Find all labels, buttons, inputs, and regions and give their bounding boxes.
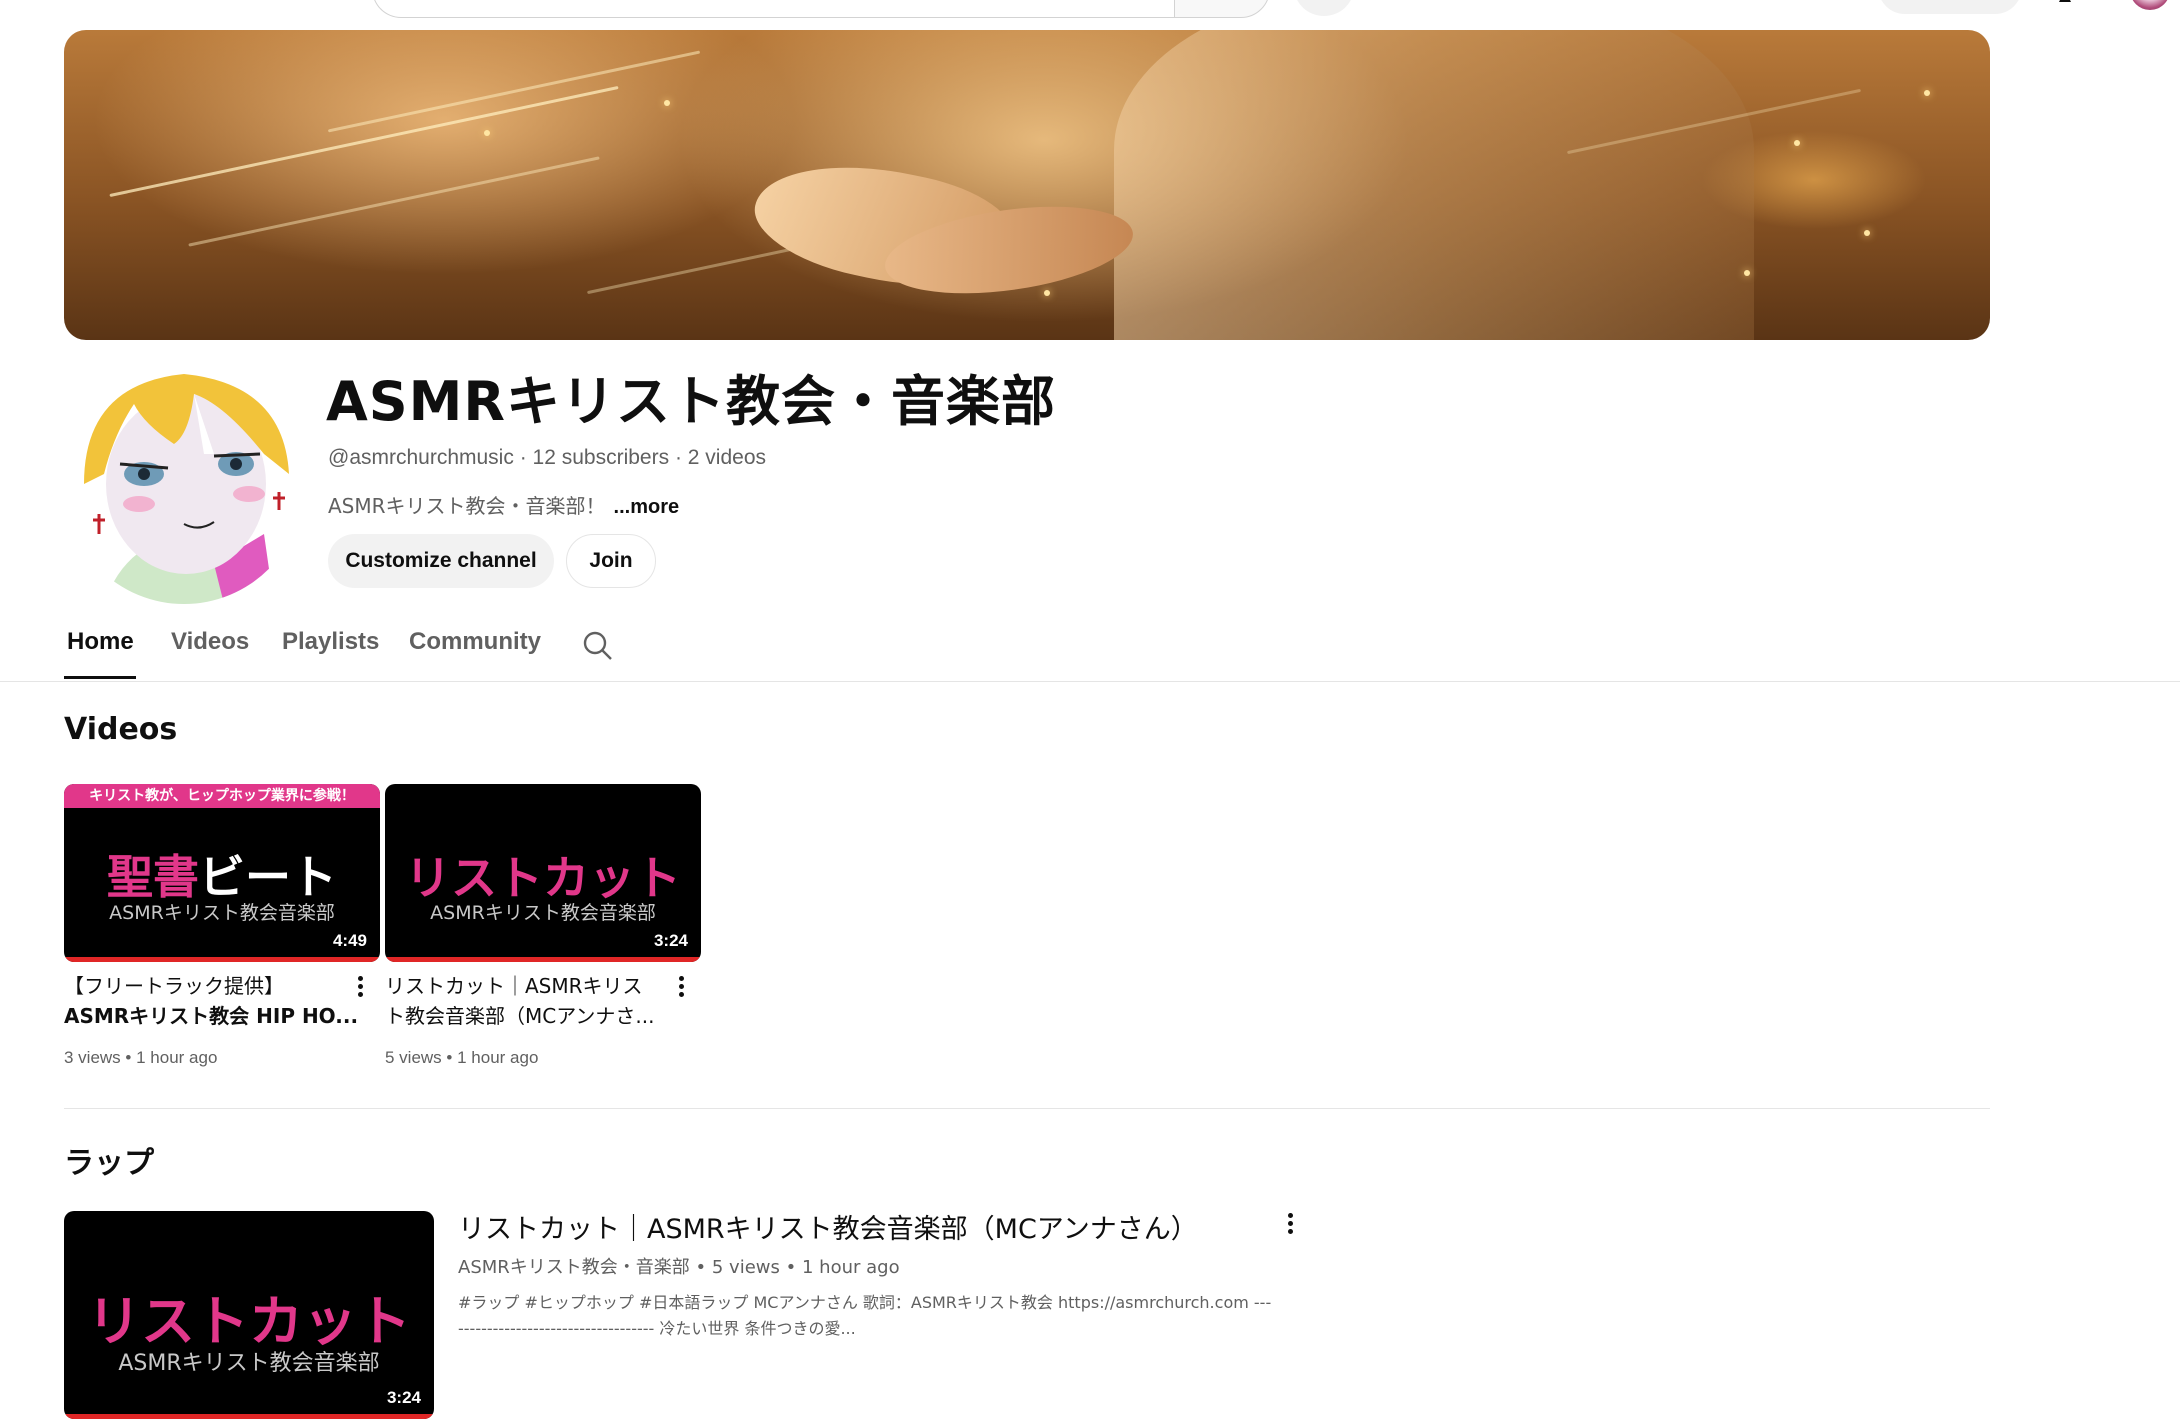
channel-handle: @asmrchurchmusic: [328, 446, 514, 469]
section-divider: [64, 1108, 1990, 1109]
channel-avatar[interactable]: [64, 364, 304, 604]
thumbnail-subtitle: ASMRキリスト教会音楽部: [118, 1351, 380, 1376]
search-button[interactable]: [1174, 0, 1270, 18]
video-meta: 3 views • 1 hour ago: [64, 1048, 218, 1067]
watch-progress-bar: [64, 957, 380, 962]
video-thumbnail[interactable]: キリスト教が、ヒップホップ業界に参戦！ 聖書ビート ASMRキリスト教会音楽部 …: [64, 784, 380, 962]
notifications-icon[interactable]: [2056, 0, 2074, 8]
channel-description: ASMRキリスト教会・音楽部！ ...more: [328, 490, 679, 519]
customize-channel-button[interactable]: Customize channel: [328, 534, 554, 588]
meta-separator: ·: [674, 446, 682, 469]
thumbnail-subtitle: ASMRキリスト教会音楽部: [109, 902, 335, 924]
description-text: ASMRキリスト教会・音楽部！: [328, 494, 606, 518]
duration-badge: 3:24: [381, 1387, 426, 1409]
thumbnail-strip-text: キリスト教が、ヒップホップ業界に参戦！: [64, 784, 380, 808]
thumbnail-subtitle: ASMRキリスト教会音楽部: [430, 902, 656, 924]
section-title-rap: ラップ: [64, 1146, 154, 1181]
video-meta: 5 views • 1 hour ago: [385, 1048, 539, 1067]
voice-search-button[interactable]: [1294, 0, 1354, 16]
watch-progress-bar: [385, 957, 701, 962]
search-input[interactable]: [372, 0, 1177, 18]
active-tab-indicator: [64, 676, 136, 679]
featured-channel-link[interactable]: ASMRキリスト教会・音楽部: [458, 1257, 690, 1278]
join-button[interactable]: Join: [566, 534, 656, 588]
tab-home[interactable]: Home: [67, 628, 134, 656]
channel-meta: @asmrchurchmusic · 12 subscribers · 2 vi…: [328, 446, 766, 470]
duration-badge: 4:49: [327, 930, 372, 952]
watch-progress-bar: [64, 1414, 434, 1419]
video-count: 2 videos: [687, 446, 767, 469]
subscriber-count: 12 subscribers: [532, 446, 670, 469]
video-title[interactable]: 【フリートラック提供】 ASMRキリスト教会 HIP HO...: [64, 971, 364, 1031]
featured-video-thumbnail[interactable]: リストカット ASMRキリスト教会音楽部 3:24: [64, 1211, 434, 1419]
video-thumbnail[interactable]: リストカット ASMRキリスト教会音楽部 3:24: [385, 784, 701, 962]
anime-avatar-icon: [64, 364, 304, 604]
create-button[interactable]: [1878, 0, 2022, 14]
tabs-divider: [0, 681, 2180, 682]
channel-name: ASMRキリスト教会・音楽部: [326, 370, 1057, 433]
featured-video-title[interactable]: リストカット｜ASMRキリスト教会音楽部（MCアンナさん）: [458, 1212, 1198, 1248]
duration-badge: 3:24: [648, 930, 693, 952]
search-icon[interactable]: [582, 630, 614, 662]
featured-video-meta: ASMRキリスト教会・音楽部 • 5 views • 1 hour ago: [458, 1257, 900, 1278]
meta-separator: ·: [519, 446, 527, 469]
video-title[interactable]: リストカット｜ASMRキリス ト教会音楽部（MCアンナさ...: [385, 971, 675, 1031]
featured-video-description: #ラップ #ヒップホップ #日本語ラップ MCアンナさん 歌詞：ASMRキリスト…: [458, 1293, 1272, 1338]
more-actions-icon[interactable]: [671, 973, 691, 1003]
more-actions-icon[interactable]: [1280, 1210, 1300, 1240]
more-link[interactable]: ...more: [614, 496, 680, 518]
more-actions-icon[interactable]: [350, 973, 370, 1003]
channel-banner: [64, 30, 1990, 340]
tab-playlists[interactable]: Playlists: [282, 628, 379, 656]
tab-videos[interactable]: Videos: [171, 628, 249, 656]
account-avatar[interactable]: [2130, 0, 2170, 10]
section-title-videos: Videos: [64, 712, 178, 747]
tab-community[interactable]: Community: [409, 628, 541, 656]
